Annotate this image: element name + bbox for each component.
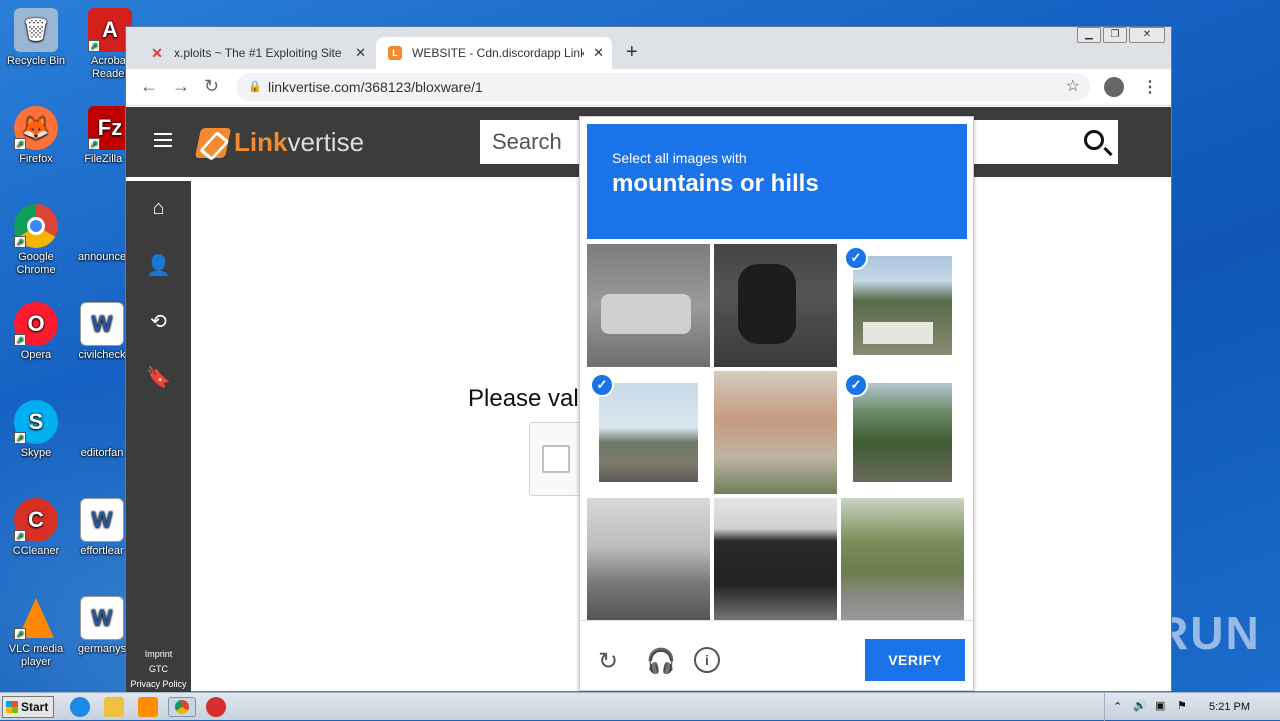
close-icon[interactable]: ✕ <box>593 45 604 61</box>
lock-icon: 🔒 <box>248 81 262 93</box>
audio-headphones-icon[interactable]: 🎧 <box>646 647 676 676</box>
address-bar[interactable]: 🔒 linkvertise.com/368123/bloxware/1 ☆ <box>236 73 1090 101</box>
word-doc-icon: W <box>80 596 124 640</box>
back-icon[interactable]: ← <box>140 76 158 97</box>
volume-icon[interactable]: 🔊 <box>1133 699 1147 712</box>
tab-xploits[interactable]: ✕ x.ploits ~ The #1 Exploiting Site ✕ <box>138 37 374 69</box>
media-player-icon[interactable] <box>138 697 158 717</box>
refresh-icon[interactable]: ↻ <box>598 647 618 676</box>
bookmark-icon[interactable]: 🔖 <box>126 365 191 390</box>
ie-icon[interactable] <box>70 697 90 717</box>
skype-icon: S ↗ <box>14 400 58 444</box>
desktop-icon-ccleaner[interactable]: C ↗ CCleaner <box>0 498 72 558</box>
tab-bar: ✕ x.ploits ~ The #1 Exploiting Site ✕ L … <box>126 27 1171 69</box>
bookmark-star-icon[interactable]: ☆ <box>1066 73 1080 101</box>
close-icon[interactable]: ✕ <box>355 45 366 61</box>
desktop-icon-skype[interactable]: S ↗ Skype <box>0 400 72 460</box>
verify-button[interactable]: VERIFY <box>865 639 965 681</box>
explorer-icon[interactable] <box>104 697 124 717</box>
desktop-icon-vlc[interactable]: ↗ VLC media player <box>0 596 72 669</box>
document-icon <box>80 400 124 444</box>
firefox-icon: 🦊 ↗ <box>14 106 58 150</box>
opera-taskbar-icon[interactable] <box>206 697 226 717</box>
captcha-tile[interactable] <box>841 498 964 621</box>
opera-icon: O ↗ <box>14 302 58 346</box>
checkbox[interactable] <box>542 445 570 473</box>
vlc-icon: ↗ <box>14 596 58 640</box>
captcha-tile[interactable] <box>714 244 837 367</box>
captcha-footer: ↻ 🎧 i VERIFY <box>580 620 973 692</box>
selected-check-icon: ✓ <box>844 373 868 397</box>
site-sidebar: ⌂ 👤 ⟲ 🔖 Imprint GTC Privacy Policy <box>126 181 191 693</box>
network-icon[interactable]: ▣ <box>1155 699 1165 712</box>
profile-icon[interactable] <box>1104 77 1124 97</box>
captcha-tile[interactable] <box>587 498 710 621</box>
reload-icon[interactable]: ↻ <box>204 76 219 97</box>
captcha-tile[interactable] <box>599 383 698 482</box>
gtc-link[interactable]: GTC <box>126 664 191 674</box>
search-icon[interactable] <box>1084 130 1104 150</box>
chrome-icon: ↗ <box>14 204 58 248</box>
window-controls: ▁ ❐ ✕ <box>1075 27 1165 43</box>
word-doc-icon: W <box>80 302 124 346</box>
captcha-header: Select all images with mountains or hill… <box>587 124 967 239</box>
captcha-tile[interactable] <box>853 383 952 482</box>
captcha-challenge: Select all images with mountains or hill… <box>579 116 974 691</box>
linkvertise-logo[interactable]: Link vertise <box>194 127 364 158</box>
flag-icon[interactable]: ⚑ <box>1177 699 1187 712</box>
info-icon[interactable]: i <box>694 647 720 673</box>
x-favicon-icon: ✕ <box>151 44 163 61</box>
new-tab-icon[interactable]: + <box>626 41 638 64</box>
selected-check-icon: ✓ <box>844 246 868 270</box>
document-icon <box>80 204 124 248</box>
forward-icon[interactable]: → <box>172 76 190 97</box>
menu-dots-icon[interactable]: ⋮ <box>1142 77 1158 97</box>
captcha-tile[interactable] <box>853 256 952 355</box>
clock[interactable]: 5:21 PM <box>1209 701 1250 713</box>
maximize-icon[interactable]: ❐ <box>1103 27 1127 43</box>
captcha-tile[interactable] <box>714 498 837 621</box>
browser-toolbar: ← → ↻ 🔒 linkvertise.com/368123/bloxware/… <box>126 69 1171 106</box>
chrome-taskbar-icon[interactable] <box>168 697 196 717</box>
history-icon[interactable]: ⟲ <box>126 309 191 334</box>
logo-mark-icon <box>194 127 232 158</box>
recycle-bin-icon: 🗑 <box>14 8 58 52</box>
desktop-icon-chrome[interactable]: ↗ Google Chrome <box>0 204 72 277</box>
chevron-up-icon[interactable]: ⌃ <box>1113 700 1122 713</box>
desktop-icon-opera[interactable]: O ↗ Opera <box>0 302 72 362</box>
selected-check-icon: ✓ <box>590 373 614 397</box>
home-icon[interactable]: ⌂ <box>126 197 191 220</box>
system-tray: ⌃ 🔊 ▣ ⚑ 5:21 PM <box>1104 693 1280 721</box>
please-validate-text: Please vali <box>468 385 585 412</box>
captcha-tile[interactable] <box>714 371 837 494</box>
close-window-icon[interactable]: ✕ <box>1129 27 1165 43</box>
desktop-icon-recycle-bin[interactable]: 🗑 Recycle Bin <box>0 8 72 68</box>
captcha-tile[interactable] <box>587 244 710 367</box>
word-doc-icon: W <box>80 498 124 542</box>
start-button[interactable]: Start <box>2 696 54 718</box>
linkvertise-favicon-icon: L <box>388 46 402 60</box>
hamburger-menu-icon[interactable] <box>154 133 172 147</box>
ccleaner-icon: C ↗ <box>14 498 58 542</box>
user-icon[interactable]: 👤 <box>126 253 191 278</box>
tab-linkvertise[interactable]: L WEBSITE - Cdn.discordapp Link (202 ✕ <box>376 37 612 69</box>
minimize-icon[interactable]: ▁ <box>1077 27 1101 43</box>
desktop-icon-firefox[interactable]: 🦊 ↗ Firefox <box>0 106 72 166</box>
taskbar: Start ⌃ 🔊 ▣ ⚑ 5:21 PM <box>0 692 1280 721</box>
privacy-policy-link[interactable]: Privacy Policy <box>126 679 191 689</box>
imprint-link[interactable]: Imprint <box>126 649 191 659</box>
